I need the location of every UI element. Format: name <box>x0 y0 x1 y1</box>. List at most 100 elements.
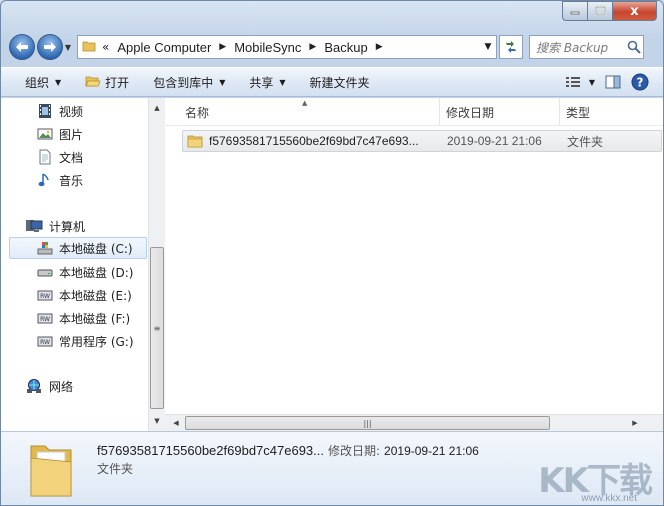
navigation-pane-scrollbar[interactable]: ▲ ≡ ▼ <box>148 98 165 431</box>
file-name: f57693581715560be2f69bd7c47e693... <box>209 134 419 148</box>
column-header-label: 修改日期 <box>446 105 495 120</box>
nav-item-computer[interactable]: 计算机 <box>25 215 85 237</box>
computer-icon <box>25 218 43 234</box>
new-folder-button[interactable]: 新建文件夹 <box>298 70 382 94</box>
music-icon <box>37 172 53 188</box>
open-folder-icon <box>85 74 101 91</box>
address-dropdown[interactable]: ▼ <box>480 36 496 58</box>
nav-item-drive-d[interactable]: 本地磁盘 (D:) <box>37 261 133 283</box>
scrollbar-thumb[interactable]: ≡ <box>150 247 164 409</box>
navigation-pane: 视频 图片 文档 音乐 计算机 本地磁盘 (C:) 本地磁盘 (D:) RW 本… <box>1 98 164 431</box>
help-button[interactable]: ? <box>631 73 649 91</box>
folder-icon <box>187 133 203 149</box>
column-header-type[interactable]: 类型 <box>560 98 663 126</box>
arrow-right-icon: ▶ <box>632 419 638 427</box>
nav-item-network[interactable]: 网络 <box>25 375 73 397</box>
overflow-chevron[interactable]: « <box>102 40 109 54</box>
details-date-value: 2019-09-21 21:06 <box>384 444 479 458</box>
nav-item-drive-g[interactable]: RW 常用程序 (G:) <box>37 330 134 352</box>
nav-item-drive-e[interactable]: RW 本地磁盘 (E:) <box>37 284 132 306</box>
svg-text:RW: RW <box>40 293 50 300</box>
column-header-date[interactable]: 修改日期 <box>440 98 560 126</box>
caption-buttons: x <box>562 1 657 23</box>
svg-text:RW: RW <box>40 316 50 323</box>
network-icon <box>25 378 43 394</box>
close-button[interactable]: x <box>613 1 657 21</box>
scrollbar-thumb[interactable]: ||| <box>185 416 550 430</box>
nav-item-label: 常用程序 (G:) <box>59 334 134 349</box>
navigation-bar: ▼ « Apple Computer ▶ MobileSync ▶ Backup… <box>9 31 655 63</box>
organize-button[interactable]: 组织 ▼ <box>13 70 73 94</box>
large-folder-icon <box>27 438 77 501</box>
maximize-icon <box>594 6 606 16</box>
arrow-down-icon: ▼ <box>154 417 160 425</box>
column-header-label: 名称 <box>185 105 210 120</box>
nav-item-label: 文档 <box>59 150 84 165</box>
column-headers: ▲ 名称 修改日期 类型 <box>165 98 663 126</box>
back-button[interactable] <box>9 34 35 60</box>
share-button[interactable]: 共享 ▼ <box>237 70 297 94</box>
breadcrumb-separator-icon[interactable]: ▶ <box>309 42 316 52</box>
file-list-horizontal-scrollbar[interactable]: ◀ ||| ▶ <box>165 414 663 431</box>
address-bar[interactable]: « Apple Computer ▶ MobileSync ▶ Backup ▶… <box>77 35 497 59</box>
include-in-library-button[interactable]: 包含到库中 ▼ <box>141 70 237 94</box>
arrow-left-icon: ◀ <box>173 419 179 427</box>
scroll-up-button[interactable]: ▲ <box>149 100 165 116</box>
drive-icon <box>37 264 53 280</box>
recent-pages-dropdown[interactable]: ▼ <box>63 34 73 60</box>
column-header-label: 类型 <box>566 105 591 120</box>
preview-pane-icon <box>605 75 621 89</box>
drive-icon: RW <box>37 333 53 349</box>
nav-item-videos[interactable]: 视频 <box>37 100 83 122</box>
preview-pane-button[interactable] <box>605 75 621 89</box>
share-label: 共享 <box>249 75 274 90</box>
close-icon: x <box>630 3 639 19</box>
scroll-down-button[interactable]: ▼ <box>149 413 165 429</box>
open-button[interactable]: 打开 <box>73 70 141 94</box>
drive-icon: RW <box>37 310 53 326</box>
nav-item-label: 音乐 <box>59 173 84 188</box>
nav-item-label: 本地磁盘 (F:) <box>59 311 131 326</box>
documents-icon <box>37 149 53 165</box>
nav-item-documents[interactable]: 文档 <box>37 146 83 168</box>
details-file-type: 文件夹 <box>97 462 134 476</box>
chevron-down-icon: ▼ <box>484 42 492 52</box>
nav-item-label: 视频 <box>59 104 84 119</box>
minimize-button[interactable] <box>562 1 588 21</box>
back-arrow-icon <box>16 42 28 52</box>
watermark-url: www.kkx.net <box>581 493 637 504</box>
forward-arrow-icon <box>44 42 56 52</box>
svg-text:?: ? <box>637 76 644 90</box>
change-view-button[interactable]: ▼ <box>565 75 595 89</box>
file-type: 文件夹 <box>567 134 604 149</box>
file-row[interactable]: f57693581715560be2f69bd7c47e693... 2019-… <box>182 130 662 152</box>
breadcrumb-separator-icon[interactable]: ▶ <box>219 42 226 52</box>
breadcrumb-apple-computer[interactable]: Apple Computer <box>117 40 211 55</box>
scroll-left-button[interactable]: ◀ <box>168 415 184 431</box>
scroll-right-button[interactable]: ▶ <box>627 415 643 431</box>
details-date-label: 修改日期: <box>328 444 381 458</box>
details-file-name: f57693581715560be2f69bd7c47e693... <box>97 443 324 458</box>
maximize-button[interactable] <box>588 1 613 21</box>
chevron-down-icon: ▼ <box>219 77 226 87</box>
nav-item-music[interactable]: 音乐 <box>37 169 83 191</box>
nav-item-drive-f[interactable]: RW 本地磁盘 (F:) <box>37 307 130 329</box>
chevron-down-icon: ▼ <box>64 42 72 52</box>
search-input[interactable]: 搜索 Backup <box>536 39 625 56</box>
search-icon[interactable] <box>625 40 643 54</box>
chevron-down-icon: ▼ <box>55 77 62 87</box>
search-box[interactable]: 搜索 Backup <box>529 35 644 59</box>
forward-button[interactable] <box>37 34 63 60</box>
nav-item-pictures[interactable]: 图片 <box>37 123 83 145</box>
file-date: 2019-09-21 21:06 <box>447 134 542 148</box>
grip-icon: ||| <box>363 418 372 428</box>
command-bar: 组织 ▼ 打开 包含到库中 ▼ 共享 ▼ 新建文件夹 ▼ ? <box>1 67 663 97</box>
breadcrumb-separator-icon[interactable]: ▶ <box>376 42 383 52</box>
chevron-down-icon: ▼ <box>279 77 286 87</box>
breadcrumb-mobilesync[interactable]: MobileSync <box>234 40 301 55</box>
nav-item-label: 本地磁盘 (E:) <box>59 288 132 303</box>
breadcrumb-backup[interactable]: Backup <box>324 40 367 55</box>
column-header-name[interactable]: ▲ 名称 <box>165 98 440 126</box>
nav-item-drive-c[interactable]: 本地磁盘 (C:) <box>9 237 147 259</box>
refresh-button[interactable] <box>499 35 523 59</box>
